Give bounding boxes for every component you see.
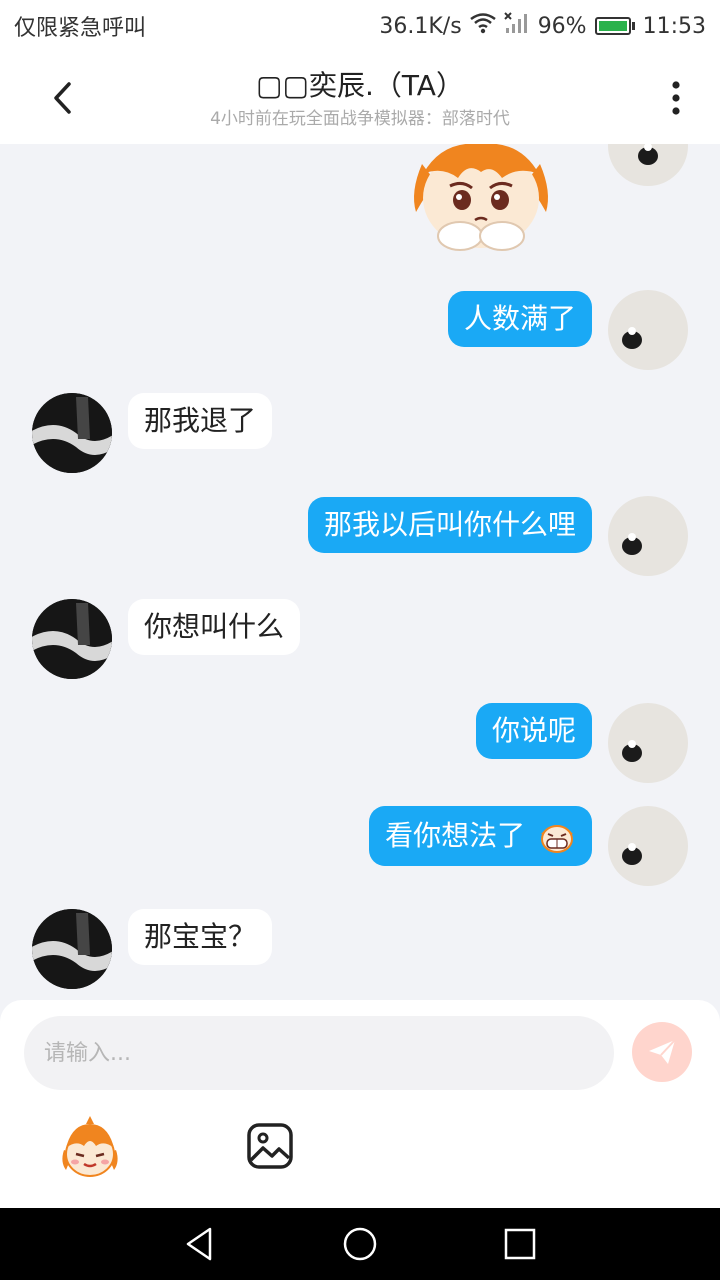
emoji-button[interactable] bbox=[58, 1116, 122, 1180]
carrier-status: 仅限紧急呼叫 bbox=[14, 16, 147, 41]
image-button[interactable] bbox=[246, 1122, 294, 1170]
self-avatar[interactable] bbox=[608, 806, 688, 886]
message-text: 看你想法了 bbox=[385, 819, 526, 852]
contact-avatar[interactable] bbox=[32, 599, 112, 679]
grinning-cartoon-emoji-icon bbox=[541, 825, 573, 853]
message-bubble-self[interactable]: 人数满了 bbox=[447, 291, 592, 347]
nav-recents-button[interactable] bbox=[500, 1224, 540, 1264]
contact-avatar[interactable] bbox=[32, 393, 112, 473]
contact-name: ▢▢奕辰.（TA） bbox=[256, 69, 464, 102]
vertical-dots-icon bbox=[672, 81, 680, 115]
contact-activity: 4小时前在玩全面战争模拟器：部落时代 bbox=[210, 109, 510, 129]
status-bar: 仅限紧急呼叫 36.1K/s 96% 11:53 bbox=[0, 0, 720, 52]
chat-header: ▢▢奕辰.（TA） 4小时前在玩全面战争模拟器：部落时代 bbox=[0, 52, 720, 144]
message-bubble-self[interactable]: 看你想法了 bbox=[369, 806, 592, 866]
self-avatar[interactable] bbox=[608, 496, 688, 576]
message-bubble-contact[interactable]: 那我退了 bbox=[128, 393, 273, 449]
signal-icon bbox=[503, 12, 530, 40]
wifi-icon bbox=[469, 12, 496, 40]
triangle-back-icon bbox=[186, 1227, 212, 1261]
cartoon-sticker[interactable] bbox=[402, 144, 560, 254]
clock: 11:53 bbox=[642, 13, 706, 39]
contact-avatar[interactable] bbox=[32, 909, 112, 989]
message-bubble-self[interactable]: 你说呢 bbox=[475, 703, 592, 759]
nav-back-button[interactable] bbox=[180, 1224, 220, 1264]
system-nav-bar bbox=[0, 1208, 720, 1280]
more-options-button[interactable] bbox=[656, 74, 696, 122]
nav-home-button[interactable] bbox=[340, 1224, 380, 1264]
network-speed: 36.1K/s bbox=[379, 13, 462, 39]
circle-home-icon bbox=[343, 1227, 377, 1261]
message-bubble-contact[interactable]: 你想叫什么 bbox=[128, 599, 301, 655]
cartoon-face-icon bbox=[62, 1116, 118, 1177]
self-avatar[interactable] bbox=[608, 703, 688, 783]
battery-icon bbox=[594, 17, 635, 35]
message-bubble-self[interactable]: 那我以后叫你什么哩 bbox=[307, 497, 592, 553]
message-input[interactable] bbox=[24, 1016, 614, 1090]
self-avatar[interactable] bbox=[608, 290, 688, 370]
self-avatar[interactable] bbox=[608, 144, 688, 186]
chat-message-list[interactable]: 人数满了 那我退了 那我以后叫你什么哩 你想叫什么 你说呢 看你想法了 那宝宝？ bbox=[0, 144, 720, 1000]
message-bubble-contact[interactable]: 那宝宝？ bbox=[128, 909, 273, 965]
square-recents-icon bbox=[504, 1228, 536, 1260]
status-indicators: 36.1K/s 96% 11:53 bbox=[379, 12, 706, 40]
image-icon bbox=[247, 1123, 293, 1169]
composer-panel bbox=[0, 1000, 720, 1208]
paper-plane-icon bbox=[649, 1039, 676, 1064]
battery-percent: 96% bbox=[537, 13, 587, 39]
send-button[interactable] bbox=[632, 1022, 692, 1082]
